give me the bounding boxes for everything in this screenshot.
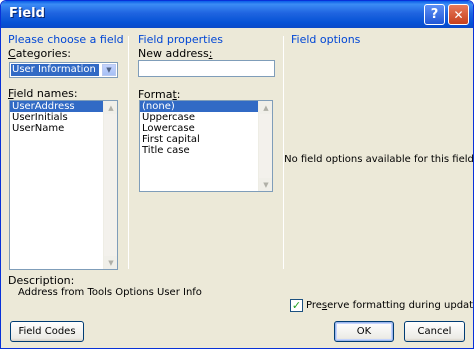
list-item[interactable]: Title case xyxy=(140,145,272,156)
chevron-down-icon[interactable]: ▼ xyxy=(102,64,116,76)
list-item[interactable]: UserName xyxy=(10,123,117,134)
no-options-message: No field options available for this fiel… xyxy=(284,154,474,165)
new-address-input[interactable] xyxy=(138,60,275,77)
ok-button[interactable]: OK xyxy=(334,321,394,342)
format-items: (none) Uppercase Lowercase First capital Tit… xyxy=(140,101,272,156)
close-button[interactable]: ✕ xyxy=(448,4,469,25)
cancel-button[interactable]: Cancel xyxy=(404,321,465,342)
field-names-list[interactable]: UserAddress UserInitials UserName ▲ ▼ xyxy=(9,100,118,270)
column-divider xyxy=(128,36,129,269)
description-label: Description: xyxy=(8,274,75,287)
preserve-formatting-checkbox[interactable]: ✓ xyxy=(290,299,303,312)
categories-dropdown[interactable]: User Information ▼ xyxy=(9,62,118,78)
field-names-items: UserAddress UserInitials UserName xyxy=(10,101,117,134)
field-options-heading: Field options xyxy=(291,33,361,46)
field-names-scrollbar[interactable]: ▲ ▼ xyxy=(103,101,117,269)
new-address-label: New address: xyxy=(138,47,213,60)
checkmark-icon: ✓ xyxy=(291,299,302,312)
list-item[interactable]: Lowercase xyxy=(140,123,272,134)
field-names-label: Field names: xyxy=(8,87,78,100)
close-icon: ✕ xyxy=(453,7,464,22)
scroll-down-icon[interactable]: ▼ xyxy=(259,178,272,191)
title-bar[interactable]: Field ? ✕ xyxy=(1,1,473,28)
format-scrollbar[interactable]: ▲ ▼ xyxy=(258,101,272,191)
dialog-title: Field xyxy=(9,6,45,21)
column-divider xyxy=(283,36,284,269)
help-icon: ? xyxy=(430,7,439,22)
format-list[interactable]: (none) Uppercase Lowercase First capital Tit… xyxy=(139,100,273,192)
list-item[interactable]: First capital xyxy=(140,134,272,145)
list-item[interactable]: (none) xyxy=(140,101,272,112)
field-codes-button[interactable]: Field Codes xyxy=(10,321,84,342)
scroll-down-icon[interactable]: ▼ xyxy=(104,256,117,269)
categories-label: Categories: xyxy=(8,47,72,60)
preserve-formatting-label[interactable]: Preserve formatting during updates xyxy=(306,300,473,311)
description-text: Address from Tools Options User Info xyxy=(18,287,202,298)
list-item[interactable]: UserAddress xyxy=(10,101,117,112)
choose-field-heading: Please choose a field xyxy=(8,33,124,46)
scroll-up-icon[interactable]: ▲ xyxy=(104,101,117,114)
field-properties-heading: Field properties xyxy=(138,33,224,46)
scroll-up-icon[interactable]: ▲ xyxy=(259,101,272,114)
field-dialog: Field ? ✕ Please choose a field Categori… xyxy=(0,0,474,349)
help-button[interactable]: ? xyxy=(424,4,445,25)
list-item[interactable]: Uppercase xyxy=(140,112,272,123)
list-item[interactable]: UserInitials xyxy=(10,112,117,123)
categories-selected-value: User Information xyxy=(11,64,99,76)
